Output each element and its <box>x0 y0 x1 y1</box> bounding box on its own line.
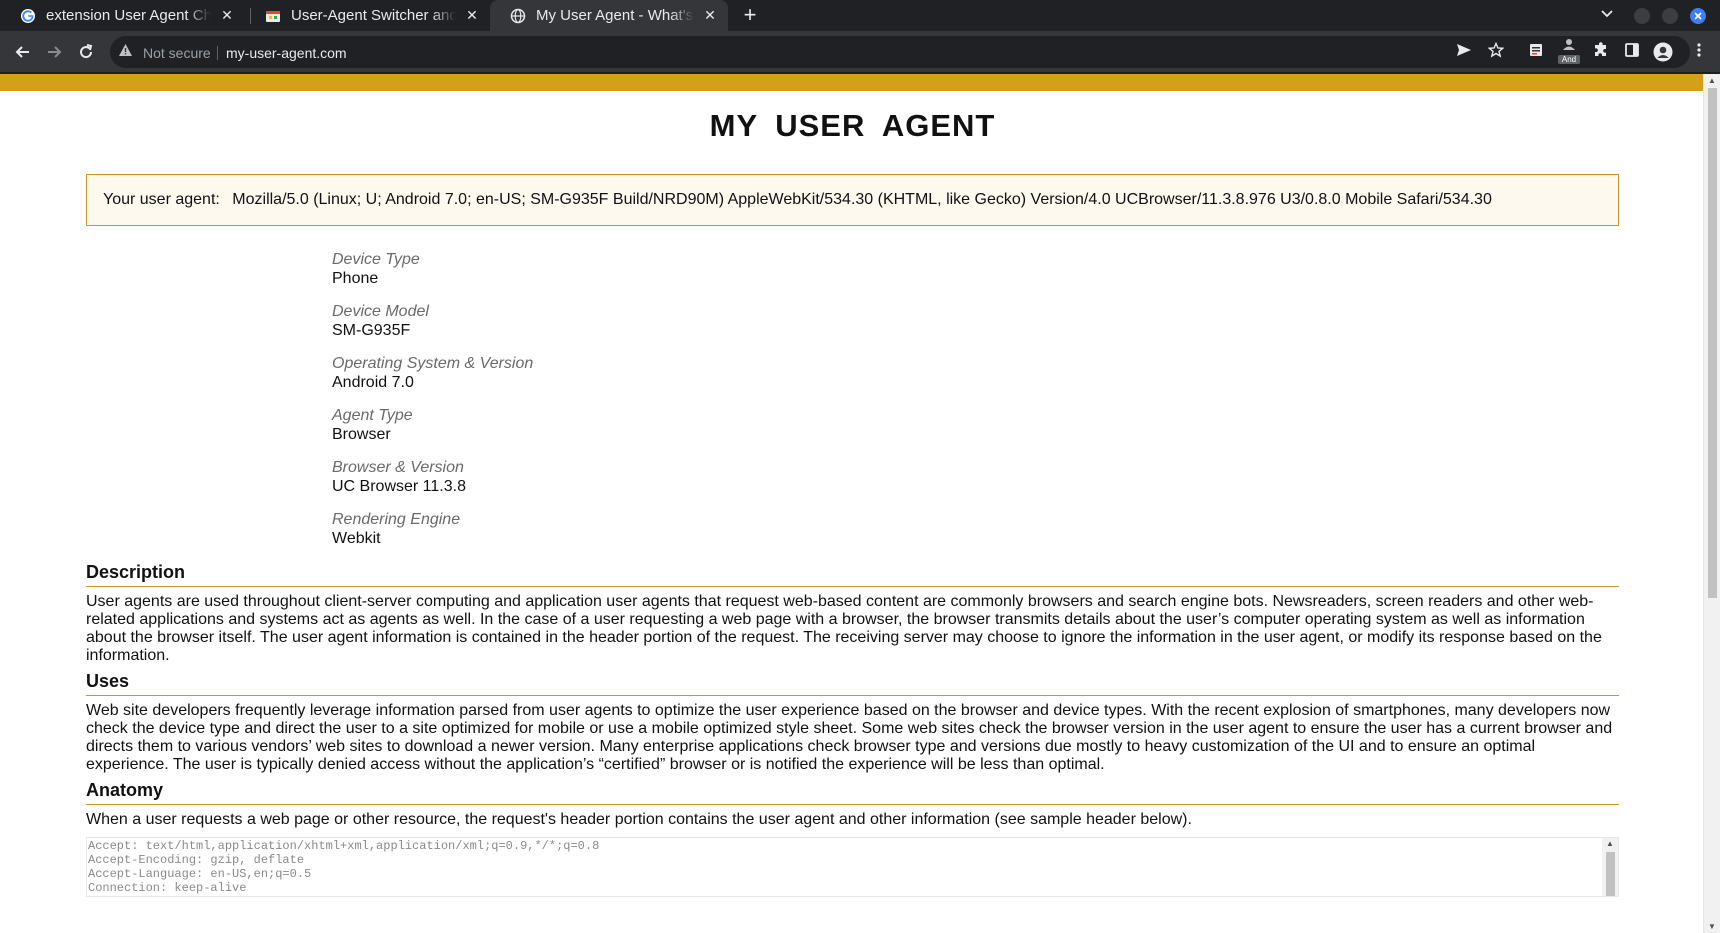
section-heading-description: Description <box>86 562 1619 587</box>
back-button[interactable] <box>11 40 35 64</box>
tab-title: extension User Agent Cha <box>46 7 211 24</box>
profile-avatar-icon[interactable] <box>1653 42 1673 68</box>
omnibox[interactable] <box>110 36 1690 68</box>
not-secure-label[interactable]: Not secure <box>143 45 211 61</box>
detail-label: Browser & Version <box>332 459 464 476</box>
section-text-description: User agents are used throughout client-s… <box>86 593 1602 664</box>
side-panel-icon[interactable] <box>1622 42 1642 64</box>
globe-icon <box>510 8 526 24</box>
detail-label: Operating System & Version <box>332 355 534 372</box>
kebab-menu-icon[interactable] <box>1689 42 1709 64</box>
warning-triangle-icon[interactable] <box>118 43 133 60</box>
detail-value: Webkit <box>332 530 381 547</box>
tab-strip: extension User Agent Cha ✕ User-Agent Sw… <box>0 0 1720 31</box>
page-scrollbar[interactable]: ▲ ▼ <box>1703 74 1720 933</box>
user-agent-label: Your user agent: <box>103 191 220 208</box>
forward-button[interactable] <box>42 40 66 64</box>
tab-my-user-agent[interactable]: My User Agent - What's my ✕ <box>490 0 728 31</box>
accent-top-bar <box>0 74 1703 91</box>
detail-device-type: Device Type Phone <box>332 250 1619 288</box>
sample-header-scrollbar[interactable]: ▲ <box>1602 838 1618 896</box>
detail-value: Browser <box>332 426 391 443</box>
reader-extension-icon[interactable] <box>1526 42 1546 64</box>
tab-extension-search[interactable]: extension User Agent Cha ✕ <box>0 0 245 31</box>
address-url[interactable]: my-user-agent.com <box>226 45 347 61</box>
user-agent-box: Your user agent: Mozilla/5.0 (Linux; U; … <box>86 174 1619 226</box>
puzzle-extensions-icon[interactable] <box>1591 42 1611 64</box>
page-content: MY USER AGENT Your user agent: Mozilla/5… <box>86 91 1619 897</box>
tab-search-icon[interactable] <box>1600 6 1614 23</box>
close-icon <box>1694 12 1702 20</box>
send-tab-icon[interactable] <box>1454 42 1474 64</box>
maximize-button[interactable] <box>1662 8 1678 24</box>
extension-badge: And <box>1558 55 1580 64</box>
scrollbar-thumb[interactable] <box>1708 88 1717 598</box>
detail-value: UC Browser 11.3.8 <box>332 478 466 495</box>
detail-label: Device Type <box>332 251 420 268</box>
detail-device-model: Device Model SM-G935F <box>332 302 1619 340</box>
detail-value: Phone <box>332 270 379 287</box>
detail-label: Agent Type <box>332 407 413 424</box>
tab-title: User-Agent Switcher and M <box>291 7 456 24</box>
omnibox-divider <box>217 46 218 60</box>
tab-title: My User Agent - What's my <box>536 7 694 24</box>
minimize-button[interactable] <box>1634 8 1650 24</box>
close-window-button[interactable] <box>1690 8 1706 24</box>
sample-header-textarea[interactable]: Accept: text/html,application/xhtml+xml,… <box>86 837 1619 897</box>
section-heading-uses: Uses <box>86 671 1619 696</box>
reload-button[interactable] <box>74 40 98 64</box>
scroll-up-arrow-icon[interactable]: ▲ <box>1708 76 1716 85</box>
detail-label: Device Model <box>332 303 429 320</box>
section-text-anatomy: When a user requests a web page or other… <box>86 811 1192 828</box>
scrollbar-thumb[interactable] <box>1606 852 1615 896</box>
scroll-down-arrow-icon[interactable]: ▼ <box>1708 922 1716 931</box>
tab-close-icon[interactable]: ✕ <box>702 7 718 24</box>
tab-close-icon[interactable]: ✕ <box>219 7 235 24</box>
arrow-left-icon <box>15 46 29 58</box>
extension-store-icon <box>265 8 281 24</box>
reload-icon <box>80 44 93 59</box>
ua-switcher-extension-icon[interactable]: And <box>1558 37 1580 64</box>
browser-toolbar: Not secure my-user-agent.com And <box>0 31 1720 73</box>
section-heading-anatomy: Anatomy <box>86 780 1619 805</box>
page-viewport: MY USER AGENT Your user agent: Mozilla/5… <box>0 74 1720 933</box>
new-tab-button[interactable]: + <box>738 3 762 27</box>
user-agent-string: Mozilla/5.0 (Linux; U; Android 7.0; en-U… <box>232 191 1492 208</box>
section-text-uses: Web site developers frequently leverage … <box>86 702 1613 773</box>
detail-rendering-engine: Rendering Engine Webkit <box>332 510 1619 548</box>
scroll-up-arrow-icon[interactable]: ▲ <box>1606 839 1614 848</box>
detail-value: Android 7.0 <box>332 374 414 391</box>
sample-header-text: Accept: text/html,application/xhtml+xml,… <box>88 839 600 895</box>
detail-os-version: Operating System & Version Android 7.0 <box>332 354 1619 392</box>
detail-label: Rendering Engine <box>332 511 461 528</box>
ua-details-list: Device Type Phone Device Model SM-G935F … <box>332 250 1619 548</box>
star-bookmark-icon[interactable] <box>1486 41 1506 64</box>
detail-browser-version: Browser & Version UC Browser 11.3.8 <box>332 458 1619 496</box>
arrow-right-icon <box>48 46 62 58</box>
detail-value: SM-G935F <box>332 322 411 339</box>
detail-agent-type: Agent Type Browser <box>332 406 1619 444</box>
google-icon <box>20 8 36 24</box>
tab-close-icon[interactable]: ✕ <box>464 7 480 24</box>
page-title: MY USER AGENT <box>709 108 996 143</box>
tab-ua-switcher[interactable]: User-Agent Switcher and M ✕ <box>245 0 490 31</box>
